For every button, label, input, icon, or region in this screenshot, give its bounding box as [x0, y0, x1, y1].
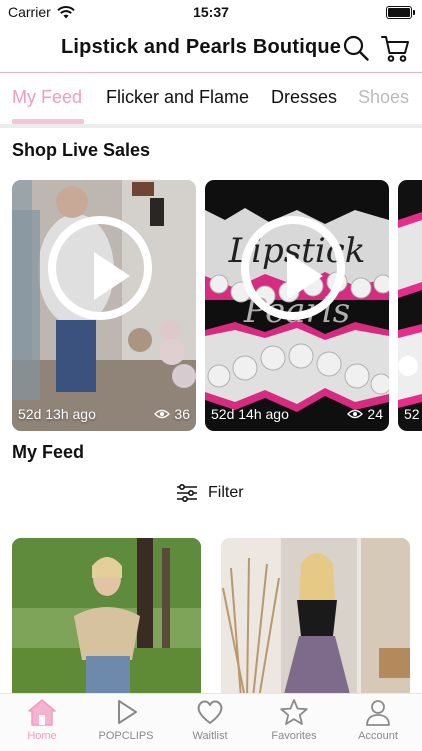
- video-thumbnail: [398, 180, 422, 431]
- filter-label: Filter: [208, 484, 244, 501]
- feed-title: My Feed: [12, 442, 85, 462]
- tab-my-feed[interactable]: My Feed: [12, 87, 82, 108]
- product-card[interactable]: [12, 538, 201, 698]
- home-icon: [28, 699, 56, 726]
- nav-account[interactable]: Account: [336, 698, 420, 742]
- status-time: 15:37: [193, 4, 229, 20]
- live-video-card[interactable]: Lipstick Pearls 52d 14h ago 24: [205, 180, 389, 431]
- play-button[interactable]: [48, 216, 152, 320]
- category-tabs: My Feed Flicker and Flame Dresses Shoes: [0, 73, 422, 125]
- product-image: [12, 538, 201, 698]
- person-icon: [366, 700, 390, 726]
- eye-icon: [347, 409, 364, 419]
- cart-icon[interactable]: [380, 33, 410, 63]
- video-time-ago: 52: [404, 406, 420, 422]
- tab-shoes[interactable]: Shoes: [358, 87, 409, 108]
- tab-dresses[interactable]: Dresses: [271, 87, 337, 108]
- video-time-ago: 52d 13h ago: [18, 406, 96, 422]
- product-card[interactable]: [221, 538, 410, 698]
- nav-popclips[interactable]: POPCLIPS: [84, 698, 168, 742]
- star-icon: [280, 699, 308, 725]
- live-video-card[interactable]: 52d 13h ago 36: [12, 180, 196, 431]
- heart-icon: [197, 700, 223, 724]
- sliders-icon: [177, 484, 197, 502]
- live-video-card[interactable]: 52: [398, 180, 422, 431]
- live-sales-title: Shop Live Sales: [12, 140, 151, 160]
- status-bar: Carrier 15:37: [0, 0, 422, 24]
- nav-favorites[interactable]: Favorites: [252, 698, 336, 742]
- filter-button[interactable]: Filter: [176, 484, 244, 502]
- nav-home[interactable]: Home: [0, 698, 84, 742]
- tab-flicker-and-flame[interactable]: Flicker and Flame: [106, 87, 249, 108]
- bottom-nav: Home POPCLIPS Waitlist Favorites Account: [0, 693, 422, 751]
- app-header: Lipstick and Pearls Boutique: [0, 26, 422, 72]
- search-icon[interactable]: [343, 35, 369, 61]
- product-image: [221, 538, 410, 698]
- battery-icon: [386, 6, 415, 19]
- store-title: Lipstick and Pearls Boutique: [61, 36, 342, 58]
- video-view-count: 24: [367, 406, 383, 422]
- video-view-count: 36: [174, 406, 190, 422]
- play-icon: [118, 700, 137, 724]
- eye-icon: [154, 409, 171, 419]
- video-time-ago: 52d 14h ago: [211, 406, 289, 422]
- tabs-divider: [0, 124, 422, 128]
- play-button[interactable]: [241, 216, 345, 320]
- nav-waitlist[interactable]: Waitlist: [168, 698, 252, 742]
